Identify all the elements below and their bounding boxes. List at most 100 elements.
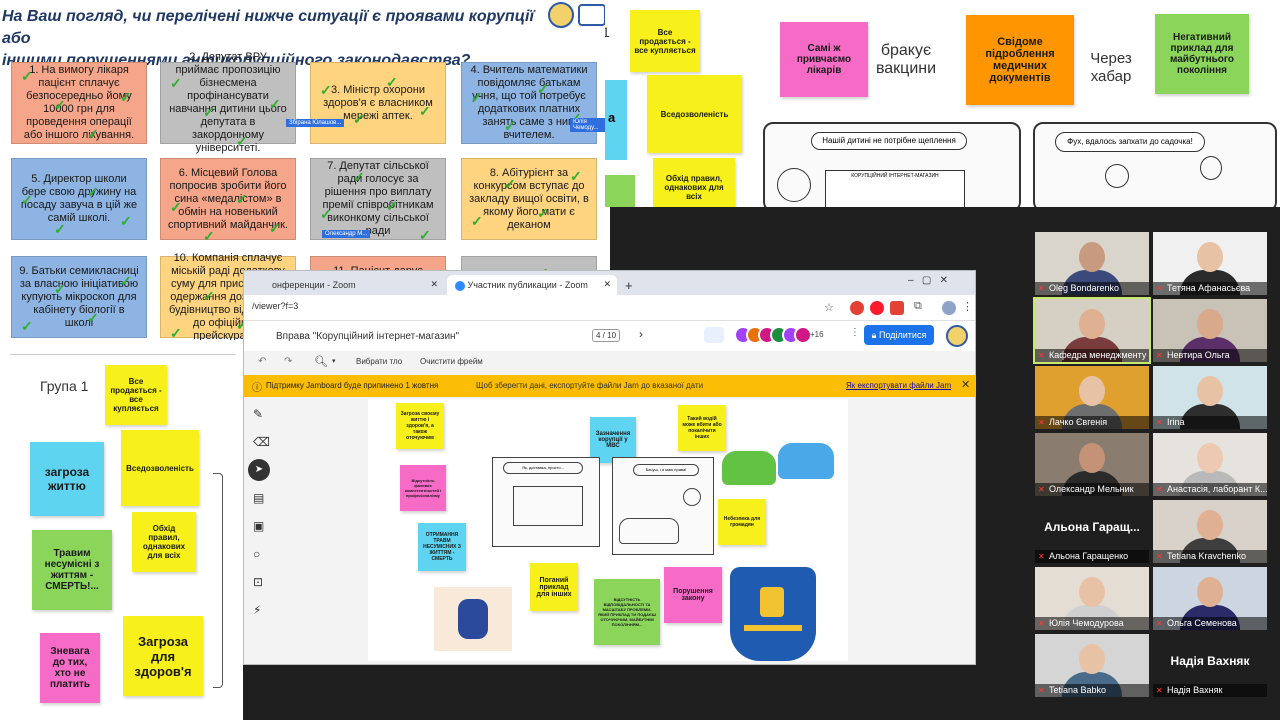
- participant-face: [1079, 242, 1105, 272]
- extension-icon[interactable]: [850, 301, 864, 315]
- check-mark-icon: ✓: [419, 227, 431, 243]
- participant-face: [1197, 309, 1223, 339]
- participant-face: [1197, 443, 1223, 473]
- set-background-button[interactable]: Вибрати тло: [356, 357, 402, 366]
- sticky-note[interactable]: Все продається - все купляється: [630, 10, 700, 72]
- new-tab-button[interactable]: +: [622, 275, 638, 295]
- sticky-note[interactable]: Свідоме підроблення медичних документів: [966, 15, 1074, 105]
- divider: [10, 354, 236, 355]
- muted-mic-icon: ✕: [1038, 418, 1045, 427]
- sticky-note[interactable]: Обхід правил, однакових для всіх: [132, 512, 196, 572]
- sticky-note[interactable]: Загроза для здоров'я: [123, 616, 203, 696]
- tab-zoom-conference[interactable]: онференции - Zoom ✕: [264, 275, 444, 295]
- laptop-drawing: КОРУПЦІЙНИЙ ІНТЕРНЕТ-МАГАЗИН: [825, 170, 965, 207]
- cartoon-panel: Фух, вдалось запхати до садочка!: [1033, 122, 1277, 207]
- meet-icon[interactable]: [704, 327, 724, 343]
- profile-avatar[interactable]: [942, 301, 956, 315]
- muted-mic-icon: ✕: [1156, 418, 1163, 427]
- university-logo-2: [578, 4, 606, 26]
- check-mark-icon: ✓: [203, 104, 215, 120]
- participant-tile[interactable]: Альона Гаращ... Альона Гаращенко ✕: [1035, 500, 1149, 563]
- image-icon[interactable]: ▣: [253, 519, 264, 533]
- check-mark-icon: ✓: [203, 228, 215, 244]
- sticky-note[interactable]: Вседозволеність: [647, 75, 742, 153]
- textbox-icon[interactable]: ⊡: [253, 575, 263, 589]
- check-mark-icon: ✓: [386, 198, 398, 214]
- speech-bubble: Нашій дитині не потрібне щеплення: [811, 132, 967, 150]
- sticky-note[interactable]: Негативний приклад для майбутнього покол…: [1155, 14, 1249, 94]
- close-icon[interactable]: ✕: [961, 378, 970, 391]
- muted-mic-icon: ✕: [1038, 619, 1045, 628]
- participant-tile[interactable]: Ольга Семенова ✕: [1153, 567, 1267, 630]
- account-avatar[interactable]: [946, 325, 968, 347]
- participant-tile[interactable]: Анастасія, лаборант К... ✕: [1153, 433, 1267, 496]
- eraser-icon[interactable]: ⌫: [253, 435, 270, 449]
- undo-icon[interactable]: ↶: [258, 356, 266, 367]
- sticky-note[interactable]: Все продається - все купляється: [105, 365, 167, 425]
- participant-tile[interactable]: Надія Вахняк Надія Вахняк ✕: [1153, 634, 1267, 697]
- pen-icon[interactable]: ✎: [253, 407, 263, 421]
- sticky-note-icon[interactable]: ▤: [253, 491, 264, 505]
- participant-tile[interactable]: Oleg Bondarenko ✕: [1035, 232, 1149, 295]
- participant-tile[interactable]: Irina ✕: [1153, 366, 1267, 429]
- bookmark-star-icon[interactable]: ☆: [824, 301, 834, 314]
- chevron-down-icon[interactable]: ▾: [332, 357, 336, 365]
- banner-title: Підтримку Jamboard буде припинено 1 жовт…: [266, 381, 439, 390]
- select-icon[interactable]: ➤: [248, 459, 270, 481]
- extension-icon[interactable]: [890, 301, 904, 315]
- sticky-note[interactable]: Зневага до тих, хто не платить: [40, 633, 100, 703]
- close-icon[interactable]: ✕: [430, 279, 438, 290]
- sticky-note[interactable]: Такий водій може вбити або покалічити ін…: [678, 405, 726, 451]
- more-icon[interactable]: ⋮: [850, 327, 860, 338]
- frame-canvas[interactable]: Загроза своєму життю і здоров'я, а також…: [368, 399, 848, 661]
- redo-icon[interactable]: ↷: [284, 356, 292, 367]
- participant-display-name: Надія Вахняк: [1170, 654, 1250, 668]
- participant-tile[interactable]: Лачко Євгенія ✕: [1035, 366, 1149, 429]
- muted-mic-icon: ✕: [1038, 552, 1045, 561]
- sticky-note[interactable]: Вседозволеність: [121, 430, 199, 506]
- sticky-note[interactable]: загроза життю: [30, 442, 104, 516]
- participant-tile[interactable]: Кафедра менеджменту о...✕: [1033, 297, 1151, 364]
- sticky-note[interactable]: Самі ж привчаємо лікарів: [780, 22, 868, 97]
- zoom-icon[interactable]: 🔍︎: [314, 355, 328, 368]
- next-frame-icon[interactable]: ›: [639, 327, 643, 341]
- handwritten-bracket: [213, 473, 223, 688]
- extension-icon[interactable]: [870, 301, 884, 315]
- sticky-note[interactable]: Порушення закону: [664, 567, 722, 623]
- puzzle-icon[interactable]: ⧉: [914, 300, 922, 313]
- participant-tile[interactable]: Юлія Чемодурова ✕: [1035, 567, 1149, 630]
- speech-bubble: Фух, вдалось запхати до садочка!: [1055, 132, 1205, 152]
- url-text[interactable]: /viewer?f=3: [252, 301, 298, 316]
- participant-tile[interactable]: Tetiana Babko ✕: [1035, 634, 1149, 697]
- clear-frame-button[interactable]: Очистити фрейм: [420, 357, 483, 366]
- sticky-note[interactable]: ОТРИМАННЯ ТРАВМ НЕСУМІСНИХ З ЖИТТЯМ - СМ…: [418, 523, 466, 571]
- check-mark-icon: ✓: [570, 168, 582, 184]
- close-icon[interactable]: ✕: [603, 279, 611, 290]
- participant-tile[interactable]: Тетяна Афанасьєва ✕: [1153, 232, 1267, 295]
- page-indicator[interactable]: 4 / 10: [592, 329, 621, 342]
- participant-display-name: Альона Гаращ...: [1044, 520, 1140, 534]
- sticky-note[interactable]: Небезпека для громадян: [718, 499, 766, 545]
- sticky-note[interactable]: Травим несумісні з життям - СМЕРТЬ!...: [32, 530, 112, 610]
- participant-tile[interactable]: Невтира Ольга ✕: [1153, 299, 1267, 362]
- window-controls[interactable]: ‒ ▢ ✕: [908, 275, 948, 286]
- sticky-note[interactable]: ВІДСУТНІСТЬ ВІДПОВІДАЛЬНОСТІ ТА МАСШТАБУ…: [594, 579, 660, 645]
- participant-tile[interactable]: Tetiana Kravchenko ✕: [1153, 500, 1267, 563]
- menu-icon[interactable]: ⋮: [962, 300, 973, 313]
- sticky-note[interactable]: Відсутність фахових компетентностей і пр…: [400, 465, 446, 511]
- laser-icon[interactable]: ⚡︎: [253, 603, 261, 617]
- export-link[interactable]: Як експортувати файли Jam: [846, 381, 951, 390]
- participant-name: Лачко Євгенія: [1035, 416, 1149, 429]
- check-mark-icon: ✓: [236, 133, 248, 149]
- document-title[interactable]: Вправа "Корупційний інтернет-магазин": [276, 331, 459, 342]
- sticky-note[interactable]: Загроза своєму життю і здоров'я, а також…: [396, 403, 444, 449]
- participant-tile[interactable]: Олександр Мельник ✕: [1035, 433, 1149, 496]
- collaborator-avatars[interactable]: [734, 326, 814, 344]
- sticky-note[interactable]: Поганий приклад для інших: [530, 563, 578, 611]
- sticky-note[interactable]: Обхід правил, однакових для всіх: [653, 158, 735, 207]
- muted-mic-icon: ✕: [1038, 686, 1045, 695]
- tab-zoom-publication[interactable]: Участник публикации - Zoom ✕: [447, 275, 617, 295]
- share-button[interactable]: 🔒︎ Поділитися: [864, 325, 934, 345]
- cartoon-bureaucrat: [434, 587, 512, 651]
- circle-icon[interactable]: ○: [253, 547, 260, 561]
